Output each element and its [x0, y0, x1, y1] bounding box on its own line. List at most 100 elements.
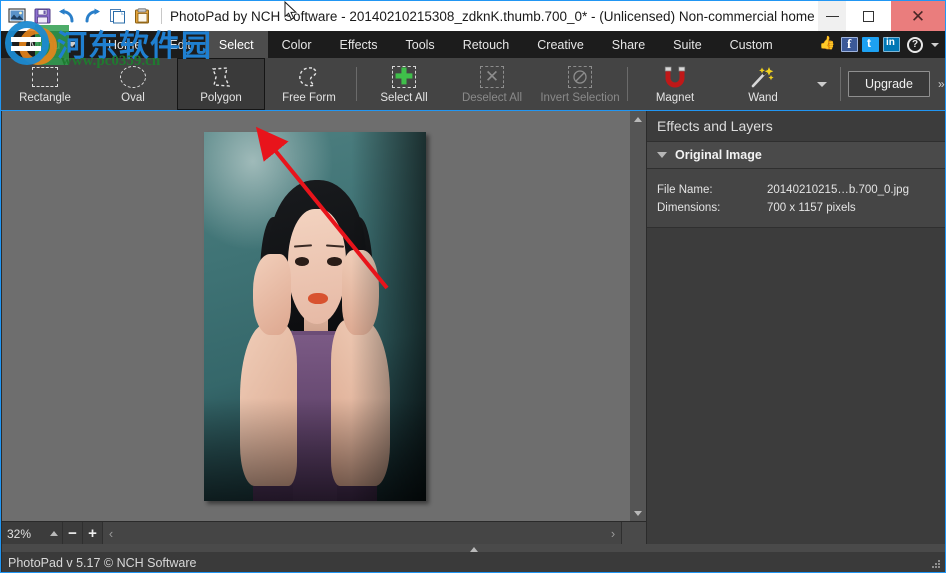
rectangle-selection-icon	[32, 64, 58, 90]
image-canvas[interactable]	[2, 111, 630, 521]
toolbar-expand-icon[interactable]: »	[938, 77, 945, 91]
magnet-icon	[662, 64, 688, 90]
tool-deselect-all[interactable]: ✕ Deselect All	[448, 58, 536, 110]
copy-icon[interactable]	[107, 6, 127, 26]
tab-effects[interactable]: Effects	[326, 31, 392, 58]
zoom-spinner-up-button[interactable]	[45, 522, 62, 545]
save-icon[interactable]	[32, 6, 52, 26]
oval-selection-icon	[120, 64, 146, 90]
free-form-selection-icon	[295, 64, 323, 90]
tool-polygon[interactable]: Polygon	[177, 58, 265, 110]
layers-list-empty-area[interactable]	[647, 228, 945, 520]
scroll-left-button[interactable]: ‹	[103, 522, 119, 545]
tool-wand[interactable]: Wand	[719, 58, 807, 110]
chevron-up-icon	[470, 546, 478, 552]
tool-select-all-label: Select All	[380, 91, 428, 104]
linkedin-icon[interactable]	[883, 37, 900, 52]
zoom-bar: 32% − + ‹ ›	[2, 521, 646, 545]
tab-share[interactable]: Share	[598, 31, 659, 58]
paste-icon[interactable]	[132, 6, 152, 26]
scrollbar-corner	[621, 522, 646, 545]
title-bar: PhotoPad by NCH Software - 2014021021530…	[1, 1, 945, 31]
resize-grip-icon[interactable]	[932, 560, 942, 570]
ribbon-tab-bar: Menu Home Edit Select Color Effects Tool…	[1, 31, 945, 58]
new-image-icon[interactable]	[7, 6, 27, 26]
zoom-in-button[interactable]: +	[82, 522, 102, 545]
tab-custom[interactable]: Custom	[716, 31, 787, 58]
help-icon[interactable]: ?	[907, 36, 923, 53]
tab-retouch[interactable]: Retouch	[449, 31, 524, 58]
detail-row-file-name: File Name: 20140210215…b.700_0.jpg	[647, 181, 945, 199]
original-image-section-header[interactable]: Original Image	[647, 141, 945, 169]
toolbar-separator-3	[840, 67, 841, 101]
original-image-section-label: Original Image	[675, 148, 762, 162]
tab-creative[interactable]: Creative	[523, 31, 598, 58]
help-chevron-down-icon[interactable]	[931, 42, 939, 47]
toolbar-overflow-chevron-down-icon[interactable]	[817, 81, 827, 87]
tool-magnet[interactable]: Magnet	[631, 58, 719, 110]
tool-invert-selection[interactable]: Invert Selection	[536, 58, 624, 110]
file-name-value: 20140210215…b.700_0.jpg	[767, 184, 909, 196]
tab-home[interactable]: Home	[94, 31, 155, 58]
chevron-up-icon	[634, 116, 642, 122]
quick-access-toolbar	[1, 1, 166, 31]
tab-tools[interactable]: Tools	[392, 31, 449, 58]
tab-suite[interactable]: Suite	[659, 31, 716, 58]
scroll-down-button[interactable]	[630, 505, 646, 521]
chevron-up-icon	[49, 531, 58, 536]
ribbon-right-icons: ?	[819, 31, 945, 58]
tool-select-all[interactable]: ✚ Select All	[360, 58, 448, 110]
dimensions-value: 700 x 1157 pixels	[767, 202, 856, 214]
tool-invert-selection-label: Invert Selection	[540, 91, 620, 104]
magic-wand-icon	[749, 64, 777, 90]
scroll-right-button[interactable]: ›	[605, 522, 621, 545]
zoom-out-button[interactable]: −	[62, 522, 82, 545]
scroll-up-button[interactable]	[630, 111, 646, 127]
file-name-label: File Name:	[657, 184, 713, 196]
dimensions-label: Dimensions:	[657, 202, 721, 214]
redo-icon[interactable]	[82, 6, 102, 26]
detail-row-dimensions: Dimensions: 700 x 1157 pixels	[647, 199, 945, 217]
chevron-down-icon	[67, 42, 78, 47]
photo-shadow-bottom	[204, 397, 426, 501]
thumbs-up-icon[interactable]	[819, 35, 837, 52]
photo-face	[288, 209, 347, 324]
tool-rectangle-label: Rectangle	[19, 91, 71, 104]
facebook-icon[interactable]	[841, 36, 858, 52]
status-bar: PhotoPad v 5.17 © NCH Software	[2, 552, 945, 572]
maximize-button[interactable]	[846, 1, 891, 31]
tool-rectangle[interactable]: Rectangle	[1, 58, 89, 110]
quick-access-separator	[161, 8, 162, 24]
deselect-all-icon: ✕	[480, 64, 504, 90]
tool-oval[interactable]: Oval	[89, 58, 177, 110]
tool-oval-label: Oval	[121, 91, 145, 104]
window-controls: ✕	[818, 1, 945, 31]
close-icon: ✕	[910, 6, 926, 26]
tab-color[interactable]: Color	[268, 31, 326, 58]
select-all-icon: ✚	[392, 64, 416, 90]
canvas-vertical-scrollbar[interactable]	[630, 111, 646, 521]
status-bar-text: PhotoPad v 5.17 © NCH Software	[8, 555, 197, 570]
chevron-down-icon[interactable]	[657, 152, 667, 158]
twitter-icon[interactable]	[862, 36, 879, 52]
minimize-icon	[825, 15, 839, 17]
toolbar-separator-2	[627, 67, 628, 101]
select-toolbar: Rectangle Oval Polygon Free Form ✚ Selec…	[1, 58, 945, 111]
tab-edit[interactable]: Edit	[155, 31, 205, 58]
tool-polygon-label: Polygon	[200, 91, 242, 104]
undo-icon[interactable]	[57, 6, 77, 26]
zoom-level-value[interactable]: 32%	[2, 527, 45, 541]
tool-wand-label: Wand	[748, 91, 778, 104]
minimize-button[interactable]	[818, 1, 846, 31]
panel-title: Effects and Layers	[647, 111, 945, 141]
image-preview[interactable]	[204, 132, 426, 501]
canvas-horizontal-scrollbar[interactable]: ‹ ›	[102, 522, 621, 545]
tool-free-form-label: Free Form	[282, 91, 336, 104]
photopad-window: PhotoPad by NCH Software - 2014021021530…	[0, 0, 946, 573]
tab-select[interactable]: Select	[204, 31, 268, 58]
menu-button[interactable]: Menu	[1, 31, 94, 58]
tool-free-form[interactable]: Free Form	[265, 58, 353, 110]
window-title: PhotoPad by NCH Software - 2014021021530…	[170, 8, 818, 24]
upgrade-button[interactable]: Upgrade	[848, 71, 930, 97]
close-button[interactable]: ✕	[891, 1, 945, 31]
